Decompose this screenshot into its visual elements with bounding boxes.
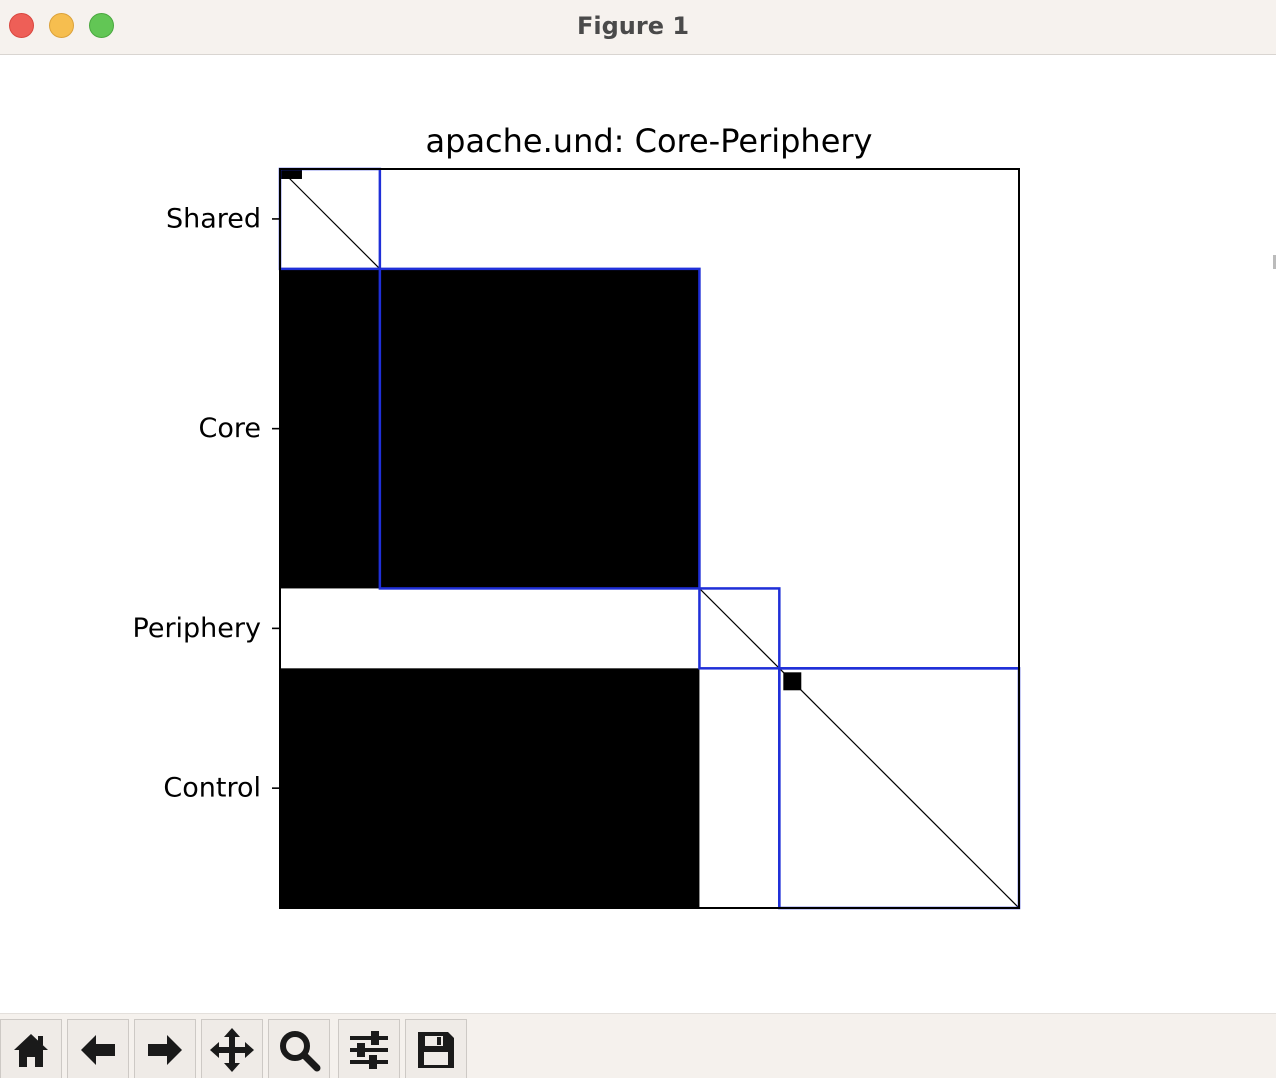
home-button[interactable] <box>0 1019 62 1078</box>
y-tick-label-periphery: Periphery <box>133 613 261 644</box>
matrix-block-2 <box>280 169 302 179</box>
y-tick-label-core: Core <box>199 413 262 444</box>
y-tick-label-control: Control <box>163 773 261 804</box>
move-icon <box>210 1027 254 1072</box>
floppy-disk-icon <box>418 1031 454 1068</box>
save-button[interactable] <box>405 1019 467 1078</box>
back-button[interactable] <box>67 1019 129 1078</box>
navigation-toolbar <box>0 1013 1276 1078</box>
matrix-block-1 <box>280 668 700 908</box>
magnifier-icon <box>280 1030 321 1071</box>
window-title: Figure 1 <box>576 12 690 40</box>
zoom-button[interactable] <box>268 1019 330 1078</box>
sliders-icon <box>350 1030 388 1069</box>
title-bar: Figure 1 <box>0 0 1276 55</box>
configure-subplots-button[interactable] <box>338 1019 400 1078</box>
figure-window: Figure 1 apache.und: Core-Periphery Shar… <box>0 0 1276 1078</box>
pan-button[interactable] <box>201 1019 263 1078</box>
forward-button[interactable] <box>134 1019 196 1078</box>
arrow-left-icon <box>81 1034 115 1065</box>
y-tick-label-shared: Shared <box>166 203 261 234</box>
figure-canvas[interactable]: apache.und: Core-Periphery Shared Core Per… <box>0 55 1276 1013</box>
heatmap-chart: apache.und: Core-Periphery Shared Core Per… <box>133 122 1021 910</box>
chart-title: apache.und: Core-Periphery <box>426 122 873 160</box>
arrow-right-icon <box>148 1034 182 1065</box>
home-icon <box>14 1033 48 1067</box>
matrix-block-0 <box>280 268 700 589</box>
